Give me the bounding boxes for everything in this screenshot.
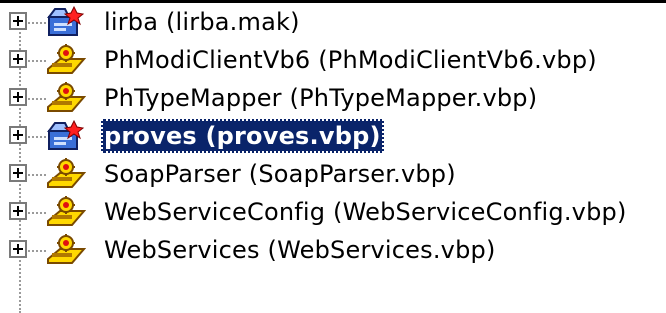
tree-branch-line xyxy=(24,60,46,62)
tree-item-webserviceconfig[interactable]: WebServiceConfig (WebServiceConfig.vbp) xyxy=(0,193,666,231)
expand-icon[interactable] xyxy=(9,240,27,258)
tree-item-lirba[interactable]: lirba (lirba.mak) xyxy=(0,3,666,41)
makefile-project-icon xyxy=(47,5,85,36)
expand-icon[interactable] xyxy=(9,202,27,220)
tree-item-label[interactable]: lirba (lirba.mak) xyxy=(104,5,300,39)
tree-branch-line xyxy=(24,136,46,138)
tree-item-label[interactable]: PhModiClientVb6 (PhModiClientVb6.vbp) xyxy=(104,43,597,77)
expand-icon[interactable] xyxy=(9,126,27,144)
expand-icon[interactable] xyxy=(9,12,27,30)
tree-branch-line xyxy=(24,22,46,24)
tree-item-soapparser[interactable]: SoapParser (SoapParser.vbp) xyxy=(0,155,666,193)
tree-item-phtypemapper[interactable]: PhTypeMapper (PhTypeMapper.vbp) xyxy=(0,79,666,117)
tree-item-proves[interactable]: proves (proves.vbp) xyxy=(0,117,666,155)
vb-project-icon xyxy=(47,82,86,112)
tree-branch-line xyxy=(24,174,46,176)
tree-branch-line xyxy=(24,250,46,252)
tree-item-label[interactable]: WebServiceConfig (WebServiceConfig.vbp) xyxy=(104,195,627,229)
tree-branch-line xyxy=(24,212,46,214)
tree-item-label[interactable]: SoapParser (SoapParser.vbp) xyxy=(104,157,456,191)
vb-startup-project-icon xyxy=(47,119,85,150)
tree-item-label[interactable]: proves (proves.vbp) xyxy=(101,119,384,153)
vb-project-icon xyxy=(47,44,86,74)
expand-icon[interactable] xyxy=(9,164,27,182)
tree-item-webservices[interactable]: WebServices (WebServices.vbp) xyxy=(0,231,666,269)
tree-item-label[interactable]: PhTypeMapper (PhTypeMapper.vbp) xyxy=(104,81,537,115)
expand-icon[interactable] xyxy=(9,88,27,106)
vb-project-icon xyxy=(47,234,86,264)
tree-item-phmodiclientvb6[interactable]: PhModiClientVb6 (PhModiClientVb6.vbp) xyxy=(0,41,666,79)
project-tree: lirba (lirba.mak) PhModiClientVb6 (PhMod… xyxy=(0,3,666,313)
expand-icon[interactable] xyxy=(9,50,27,68)
tree-item-label[interactable]: WebServices (WebServices.vbp) xyxy=(104,233,496,267)
vb-project-icon xyxy=(47,158,86,188)
tree-branch-line xyxy=(24,98,46,100)
vb-project-icon xyxy=(47,196,86,226)
